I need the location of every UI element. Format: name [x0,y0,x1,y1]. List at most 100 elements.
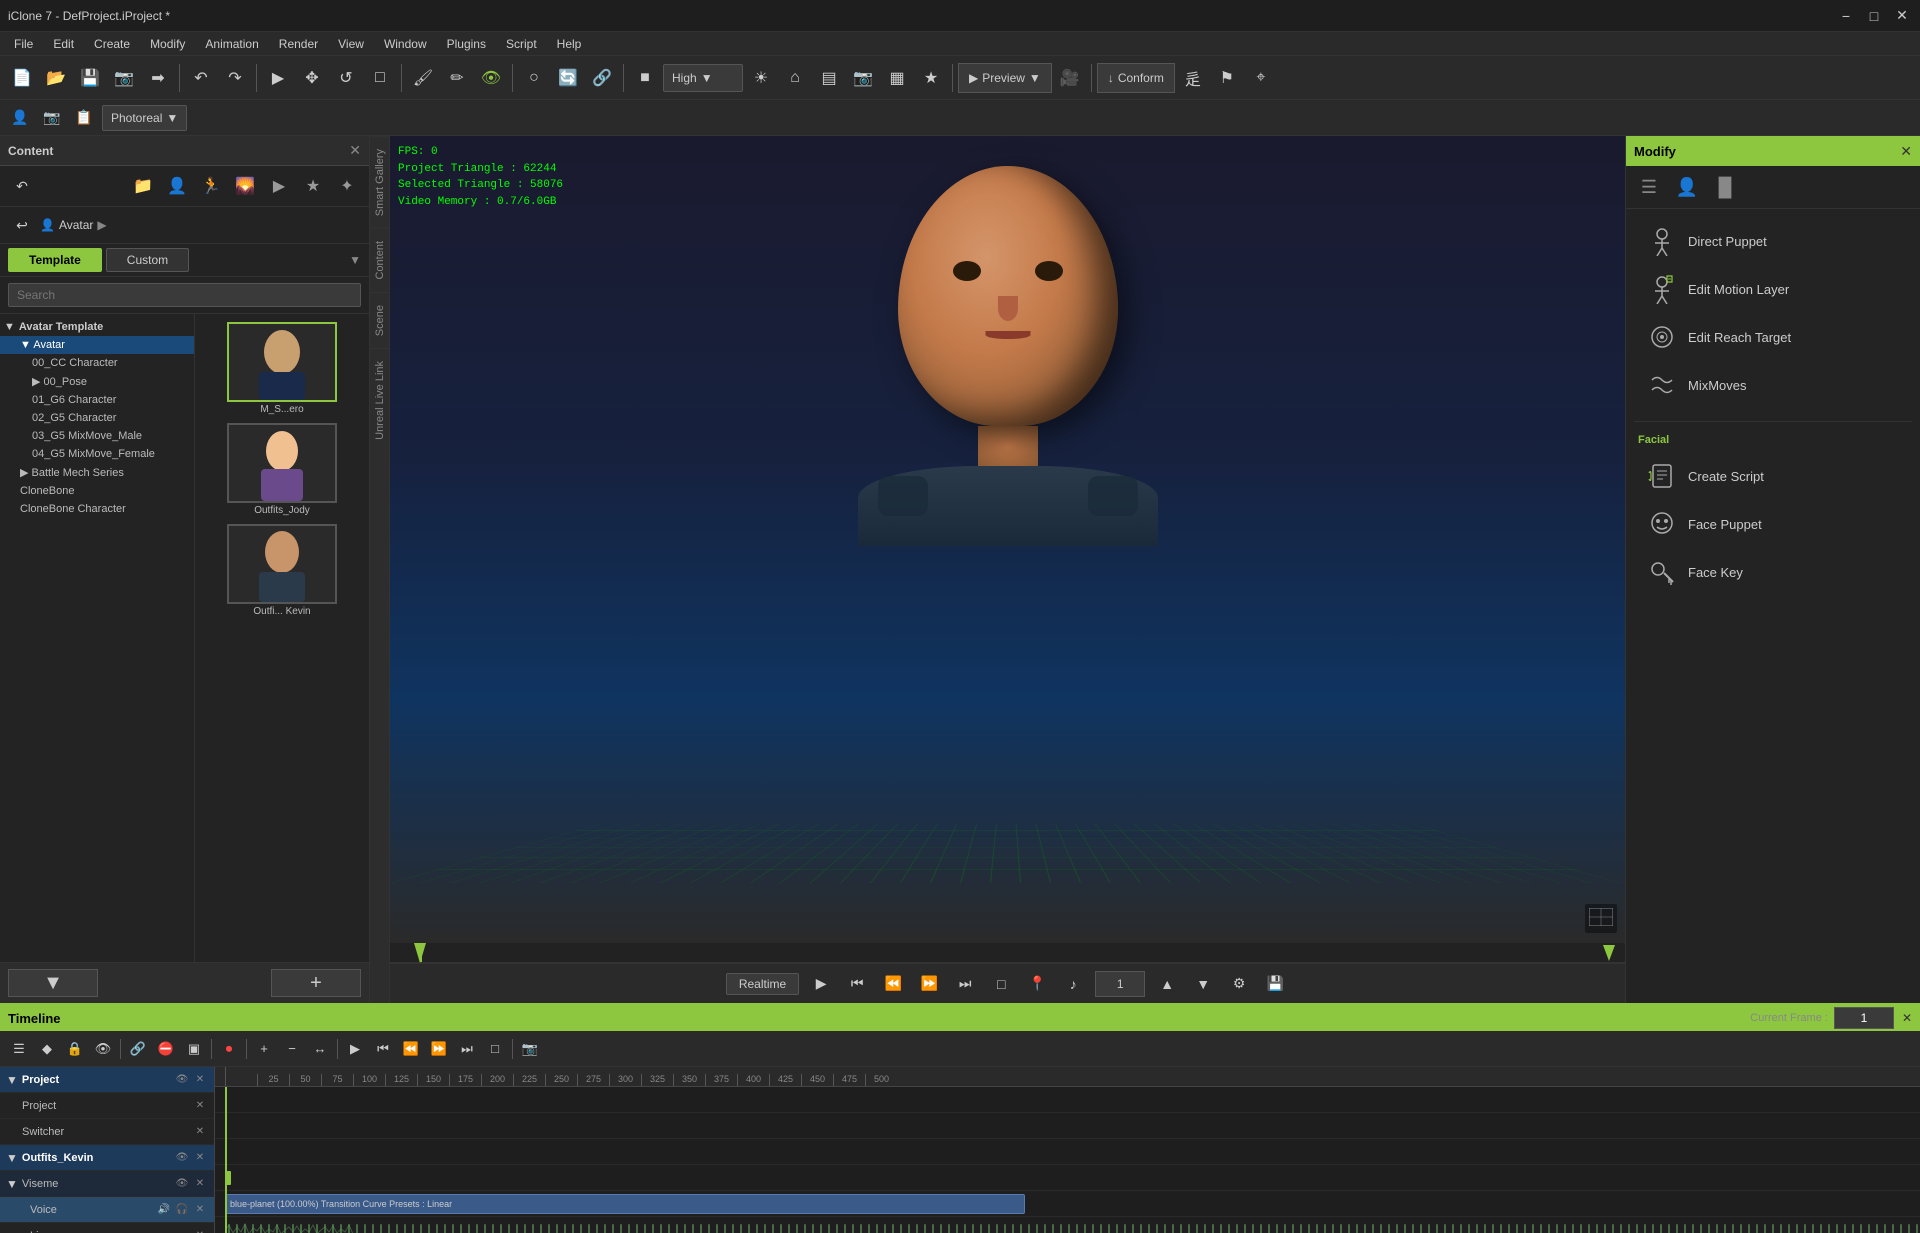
sub-btn-2[interactable]: 📷 [38,104,66,132]
tree-item-clonechar[interactable]: CloneBone Character [0,500,194,518]
tl-btn-group[interactable]: ▣ [181,1036,207,1062]
tl-play[interactable]: ▶ [342,1036,368,1062]
thumb-item-1[interactable]: M_S...ero [227,322,337,415]
content-particle-icon[interactable]: ✦ [333,172,361,200]
loop-button[interactable]: 🔄 [552,62,584,94]
bone-button[interactable]: ⾡ [1177,62,1209,94]
breadcrumb-label[interactable]: Avatar [59,218,93,232]
tl-camera[interactable]: 📷 [517,1036,543,1062]
settings-button[interactable]: ⚙ [1225,970,1253,998]
content-back-button[interactable]: ↶ [8,172,36,200]
flag-button[interactable]: ⚑ [1211,62,1243,94]
content-video-icon[interactable]: ▶ [265,172,293,200]
tl-btn-eye[interactable]: 👁 [90,1036,116,1062]
thumb-item-2[interactable]: Outfits_Jody [227,423,337,516]
modify-grid-icon[interactable]: █ [1710,172,1740,202]
search-input[interactable] [8,283,361,307]
tree-item-avatar[interactable]: ▼ Avatar [0,336,194,354]
select-button[interactable]: ▶ [262,62,294,94]
track-x4-icon[interactable]: ✕ [192,1176,208,1192]
timeline-playhead[interactable] [225,1087,227,1233]
play-button[interactable]: ▶ [807,970,835,998]
screenshot-button[interactable]: 📷 [108,62,140,94]
track-eye-icon[interactable]: 👁 [174,1072,190,1088]
loop-button[interactable]: □ [987,970,1015,998]
viseme-clip[interactable]: blue-planet (100.00%) Transition Curve P… [225,1194,1025,1214]
open-button[interactable]: 📂 [40,62,72,94]
preview-button[interactable]: ▶ Preview ▼ [958,63,1052,93]
window-controls[interactable]: − □ ✕ [1836,6,1912,26]
export-anim-button[interactable]: 💾 [1261,970,1289,998]
anim-button[interactable]: ○ [518,62,550,94]
home-button[interactable]: ⌂ [779,62,811,94]
scale-button[interactable]: □ [364,62,396,94]
tl-loop[interactable]: □ [482,1036,508,1062]
menu-window[interactable]: Window [374,35,437,53]
sub-btn-1[interactable]: 👤 [6,104,34,132]
step-fwd-button[interactable]: ⏩ [915,970,943,998]
save-button[interactable]: 💾 [74,62,106,94]
tl-prev[interactable]: ⏪ [398,1036,424,1062]
current-frame-input[interactable] [1834,1007,1894,1029]
tl-btn-menu[interactable]: ☰ [6,1036,32,1062]
tl-end[interactable]: ⏭ [454,1036,480,1062]
move-button[interactable]: ✥ [296,62,328,94]
rotate-button[interactable]: ↺ [330,62,362,94]
tree-root[interactable]: ▼ Avatar Template [0,318,194,336]
thumb-item-3[interactable]: Outfi... Kevin [227,524,337,617]
bookmark-button[interactable]: 📍 [1023,970,1051,998]
track-switcher[interactable]: Switcher ✕ [0,1119,214,1145]
track-x6-icon[interactable]: ✕ [192,1228,208,1233]
edit-reach-target-item[interactable]: Edit Reach Target [1634,313,1912,361]
render-button[interactable]: ▦ [881,62,913,94]
thumb-img-3[interactable] [227,524,337,604]
content-scene-icon[interactable]: 🌄 [231,172,259,200]
template-tab[interactable]: Template [8,248,102,272]
light-button[interactable]: ☀ [745,62,777,94]
camera-button[interactable]: 📷 [847,62,879,94]
menu-plugins[interactable]: Plugins [437,35,496,53]
face-key-item[interactable]: Face Key [1634,548,1912,596]
track-x-icon[interactable]: ✕ [192,1098,208,1114]
custom-tab[interactable]: Custom [106,248,189,272]
photoreal-dropdown[interactable]: Photoreal ▼ [102,105,187,131]
tl-btn-key[interactable]: ◆ [34,1036,60,1062]
undo-button[interactable]: ↶ [185,62,217,94]
ground-button[interactable]: ▤ [813,62,845,94]
tree-item-pose[interactable]: ▶ 00_Pose [0,372,194,391]
create-script-item[interactable]: Create Script [1634,452,1912,500]
track-project[interactable]: Project ✕ [0,1093,214,1119]
menu-create[interactable]: Create [84,35,140,53]
new-item-button[interactable]: + [271,969,361,997]
menu-edit[interactable]: Edit [43,35,84,53]
frame-up-button[interactable]: ▲ [1153,970,1181,998]
to-start-button[interactable]: ⏮ [843,970,871,998]
tree-item-g5m[interactable]: 03_G5 MixMove_Male [0,427,194,445]
menu-help[interactable]: Help [547,35,592,53]
content-close-icon[interactable]: ✕ [349,142,361,159]
track-voice[interactable]: Voice 🔊 🎧 ✕ [0,1197,214,1223]
tree-item-g5[interactable]: 02_G5 Character [0,409,194,427]
tree-item-g6[interactable]: 01_G6 Character [0,391,194,409]
menu-animation[interactable]: Animation [195,35,268,53]
tl-btn-rec[interactable]: ⏺ [216,1036,242,1062]
collapse-icon[interactable]: ▼ [349,253,361,267]
content-fx-icon[interactable]: ★ [299,172,327,200]
breadcrumb-back-icon[interactable]: ↩ [8,211,36,239]
viewport-corner-icon[interactable] [1585,904,1617,933]
fullscreen-button[interactable]: ■ [629,62,661,94]
tl-btn-lock[interactable]: 🔒 [62,1036,88,1062]
mixmoves-item[interactable]: MixMoves [1634,361,1912,409]
paint-button[interactable]: 🖌 [407,62,439,94]
tl-next[interactable]: ⏩ [426,1036,452,1062]
thumb-img-2[interactable] [227,423,337,503]
gizmo-button[interactable]: ⌖ [1245,62,1277,94]
minimize-button[interactable]: − [1836,6,1856,26]
track-headphone-icon[interactable]: 🎧 [174,1202,190,1218]
character-container[interactable] [818,166,1198,546]
scrubber-end-handle[interactable] [1603,945,1615,961]
quality-dropdown[interactable]: High ▼ [663,64,743,92]
to-end-button[interactable]: ⏭ [951,970,979,998]
tree-item-clone[interactable]: CloneBone [0,482,194,500]
content-motion-icon[interactable]: 🏃 [197,172,225,200]
